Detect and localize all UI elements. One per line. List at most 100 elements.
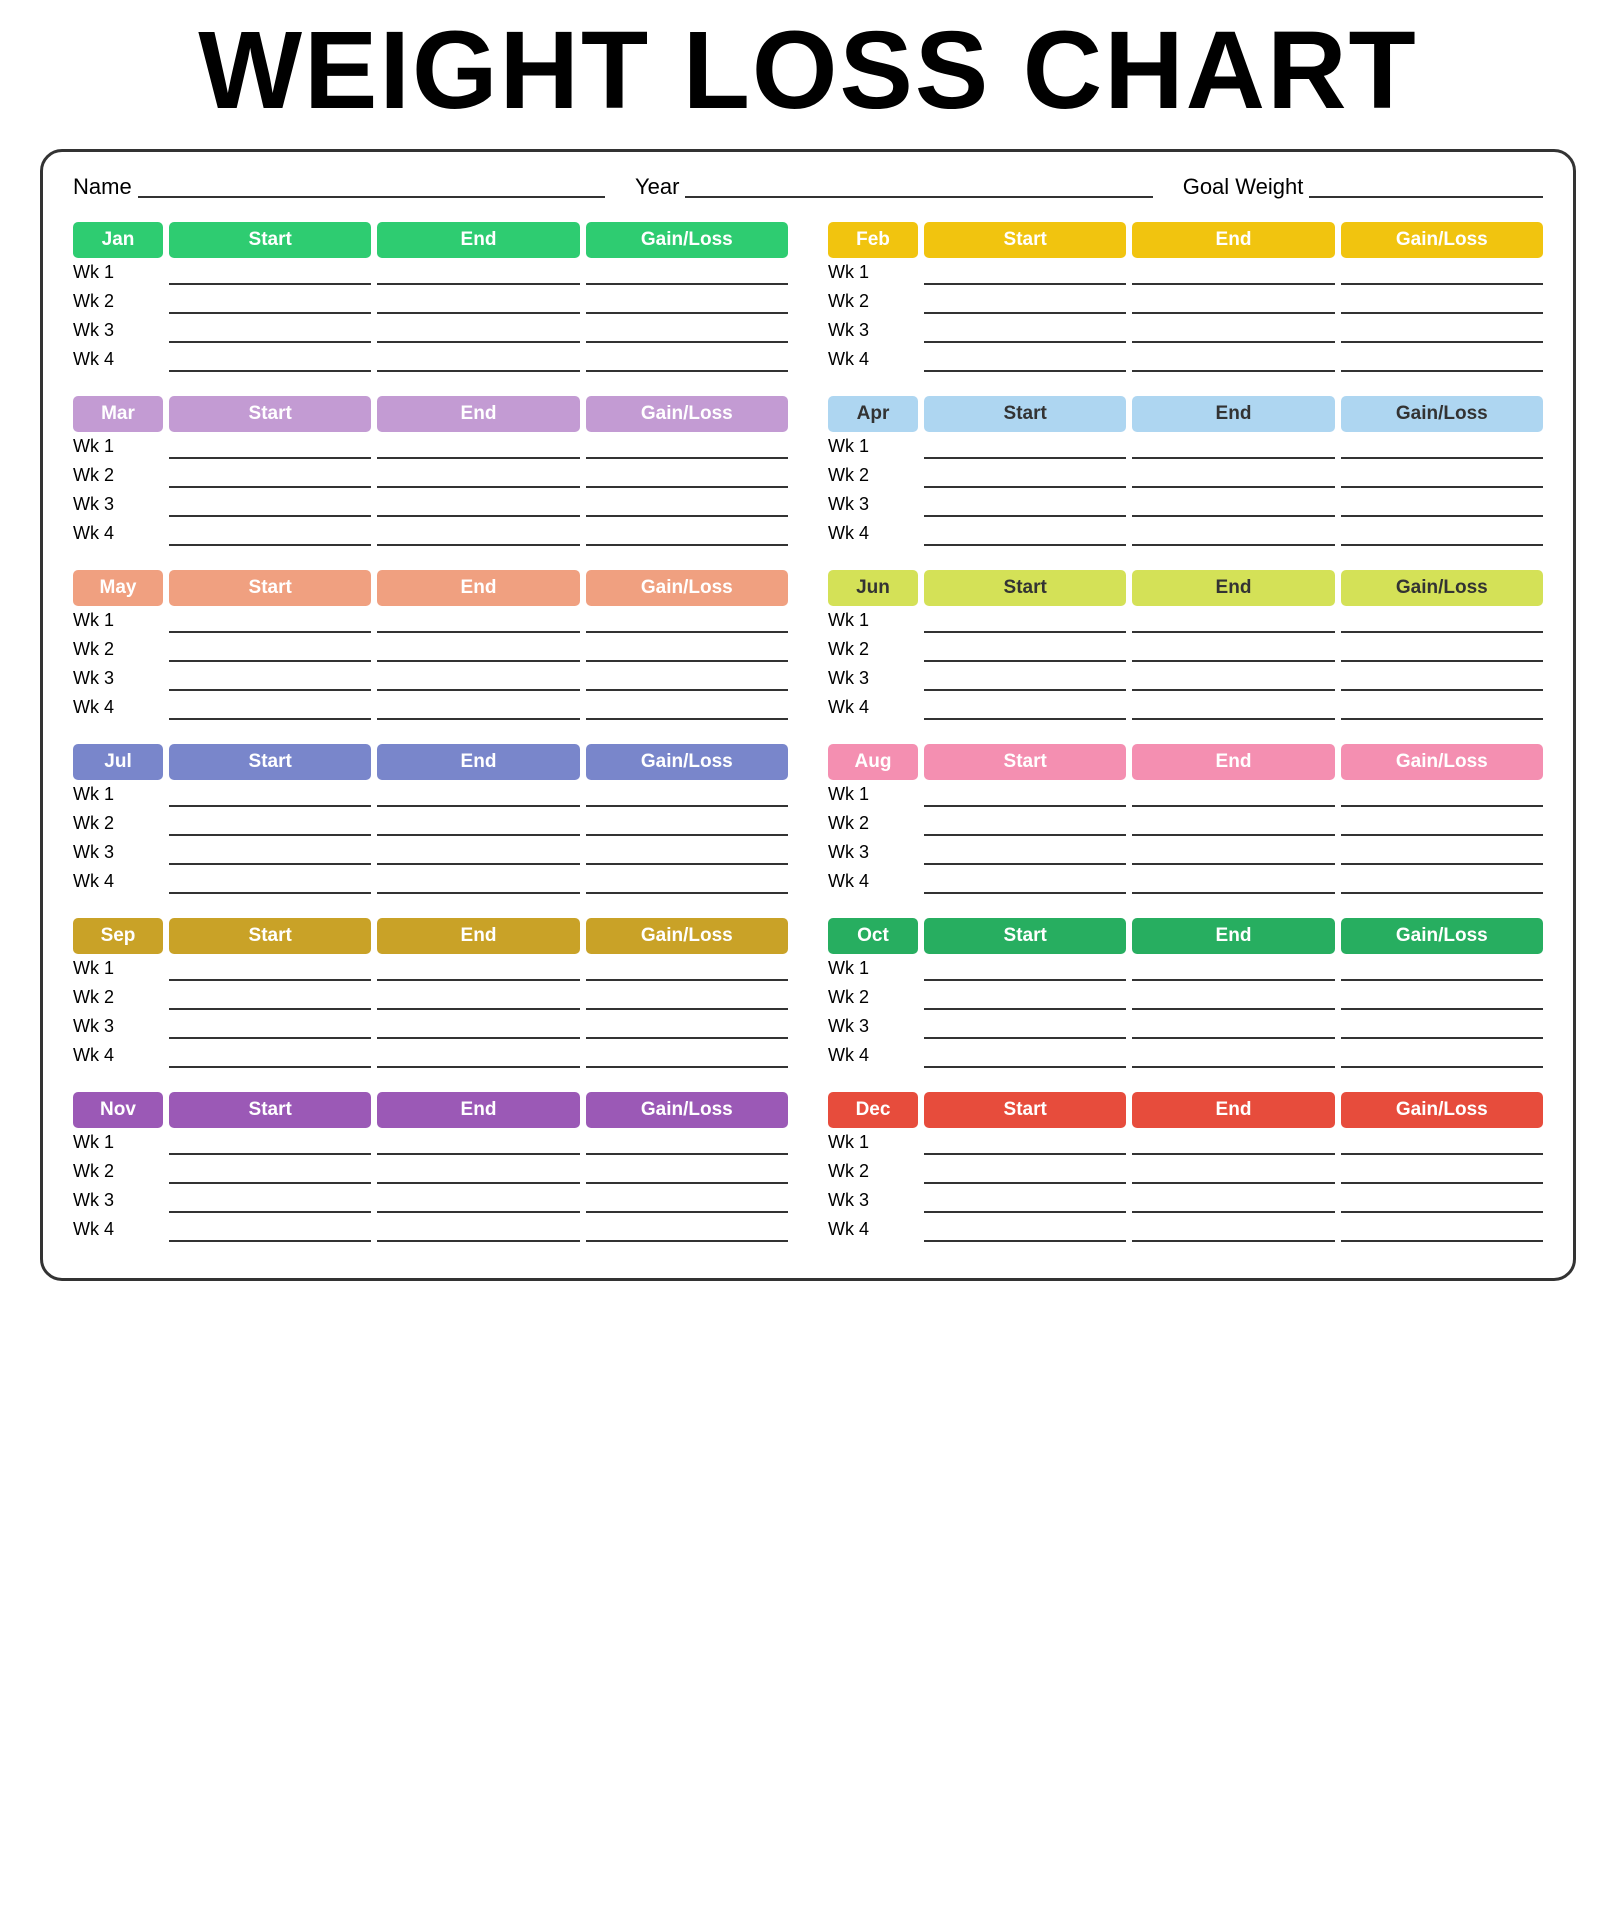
week-input-nov-3-2[interactable] [377, 1191, 579, 1213]
week-input-nov-1-3[interactable] [586, 1133, 788, 1155]
week-input-dec-4-1[interactable] [924, 1220, 1126, 1242]
week-input-sep-1-3[interactable] [586, 959, 788, 981]
week-input-oct-2-2[interactable] [1132, 988, 1334, 1010]
week-input-aug-3-1[interactable] [924, 843, 1126, 865]
week-input-apr-4-2[interactable] [1132, 524, 1334, 546]
week-input-mar-2-1[interactable] [169, 466, 371, 488]
week-input-nov-1-1[interactable] [169, 1133, 371, 1155]
week-input-feb-3-2[interactable] [1132, 321, 1334, 343]
week-input-mar-3-3[interactable] [586, 495, 788, 517]
week-input-aug-3-2[interactable] [1132, 843, 1334, 865]
week-input-jun-1-2[interactable] [1132, 611, 1334, 633]
week-input-sep-3-1[interactable] [169, 1017, 371, 1039]
week-input-feb-4-3[interactable] [1341, 350, 1543, 372]
week-input-nov-3-3[interactable] [586, 1191, 788, 1213]
week-input-aug-4-1[interactable] [924, 872, 1126, 894]
week-input-jan-1-1[interactable] [169, 263, 371, 285]
week-input-may-4-1[interactable] [169, 698, 371, 720]
week-input-jun-2-2[interactable] [1132, 640, 1334, 662]
week-input-jun-2-1[interactable] [924, 640, 1126, 662]
week-input-sep-2-2[interactable] [377, 988, 579, 1010]
week-input-feb-4-2[interactable] [1132, 350, 1334, 372]
week-input-jul-1-1[interactable] [169, 785, 371, 807]
week-input-feb-1-3[interactable] [1341, 263, 1543, 285]
week-input-mar-3-2[interactable] [377, 495, 579, 517]
week-input-jan-1-3[interactable] [586, 263, 788, 285]
week-input-sep-4-2[interactable] [377, 1046, 579, 1068]
week-input-oct-3-3[interactable] [1341, 1017, 1543, 1039]
week-input-may-4-2[interactable] [377, 698, 579, 720]
week-input-aug-1-2[interactable] [1132, 785, 1334, 807]
week-input-aug-2-2[interactable] [1132, 814, 1334, 836]
week-input-nov-4-3[interactable] [586, 1220, 788, 1242]
week-input-feb-2-3[interactable] [1341, 292, 1543, 314]
week-input-jun-1-1[interactable] [924, 611, 1126, 633]
week-input-nov-2-2[interactable] [377, 1162, 579, 1184]
week-input-mar-2-3[interactable] [586, 466, 788, 488]
week-input-jan-3-3[interactable] [586, 321, 788, 343]
week-input-nov-4-2[interactable] [377, 1220, 579, 1242]
week-input-aug-4-3[interactable] [1341, 872, 1543, 894]
week-input-oct-4-1[interactable] [924, 1046, 1126, 1068]
week-input-mar-3-1[interactable] [169, 495, 371, 517]
week-input-nov-3-1[interactable] [169, 1191, 371, 1213]
week-input-jan-4-1[interactable] [169, 350, 371, 372]
week-input-nov-4-1[interactable] [169, 1220, 371, 1242]
week-input-oct-3-1[interactable] [924, 1017, 1126, 1039]
week-input-jun-1-3[interactable] [1341, 611, 1543, 633]
week-input-may-2-2[interactable] [377, 640, 579, 662]
week-input-may-3-1[interactable] [169, 669, 371, 691]
week-input-nov-1-2[interactable] [377, 1133, 579, 1155]
week-input-feb-3-3[interactable] [1341, 321, 1543, 343]
week-input-oct-2-3[interactable] [1341, 988, 1543, 1010]
week-input-feb-1-1[interactable] [924, 263, 1126, 285]
week-input-apr-4-1[interactable] [924, 524, 1126, 546]
week-input-apr-1-3[interactable] [1341, 437, 1543, 459]
week-input-sep-1-1[interactable] [169, 959, 371, 981]
week-input-feb-4-1[interactable] [924, 350, 1126, 372]
week-input-mar-2-2[interactable] [377, 466, 579, 488]
week-input-jul-2-2[interactable] [377, 814, 579, 836]
week-input-apr-4-3[interactable] [1341, 524, 1543, 546]
week-input-jun-3-3[interactable] [1341, 669, 1543, 691]
week-input-jul-4-1[interactable] [169, 872, 371, 894]
week-input-aug-4-2[interactable] [1132, 872, 1334, 894]
week-input-jan-2-1[interactable] [169, 292, 371, 314]
week-input-sep-2-1[interactable] [169, 988, 371, 1010]
week-input-nov-2-3[interactable] [586, 1162, 788, 1184]
week-input-dec-3-1[interactable] [924, 1191, 1126, 1213]
week-input-dec-1-1[interactable] [924, 1133, 1126, 1155]
week-input-may-4-3[interactable] [586, 698, 788, 720]
week-input-oct-3-2[interactable] [1132, 1017, 1334, 1039]
week-input-dec-1-3[interactable] [1341, 1133, 1543, 1155]
week-input-dec-2-2[interactable] [1132, 1162, 1334, 1184]
week-input-dec-2-3[interactable] [1341, 1162, 1543, 1184]
week-input-mar-1-3[interactable] [586, 437, 788, 459]
week-input-feb-1-2[interactable] [1132, 263, 1334, 285]
week-input-oct-1-1[interactable] [924, 959, 1126, 981]
week-input-jan-3-1[interactable] [169, 321, 371, 343]
week-input-apr-3-3[interactable] [1341, 495, 1543, 517]
week-input-jun-3-2[interactable] [1132, 669, 1334, 691]
week-input-apr-1-2[interactable] [1132, 437, 1334, 459]
week-input-sep-1-2[interactable] [377, 959, 579, 981]
week-input-sep-3-3[interactable] [586, 1017, 788, 1039]
week-input-aug-1-1[interactable] [924, 785, 1126, 807]
week-input-may-2-3[interactable] [586, 640, 788, 662]
week-input-sep-3-2[interactable] [377, 1017, 579, 1039]
week-input-may-1-1[interactable] [169, 611, 371, 633]
week-input-apr-2-1[interactable] [924, 466, 1126, 488]
week-input-dec-3-3[interactable] [1341, 1191, 1543, 1213]
week-input-jul-4-2[interactable] [377, 872, 579, 894]
week-input-may-1-3[interactable] [586, 611, 788, 633]
week-input-jun-4-1[interactable] [924, 698, 1126, 720]
week-input-jun-2-3[interactable] [1341, 640, 1543, 662]
week-input-jan-2-2[interactable] [377, 292, 579, 314]
week-input-jan-3-2[interactable] [377, 321, 579, 343]
week-input-sep-4-3[interactable] [586, 1046, 788, 1068]
week-input-aug-2-1[interactable] [924, 814, 1126, 836]
week-input-mar-4-3[interactable] [586, 524, 788, 546]
week-input-feb-3-1[interactable] [924, 321, 1126, 343]
week-input-oct-2-1[interactable] [924, 988, 1126, 1010]
week-input-apr-2-2[interactable] [1132, 466, 1334, 488]
